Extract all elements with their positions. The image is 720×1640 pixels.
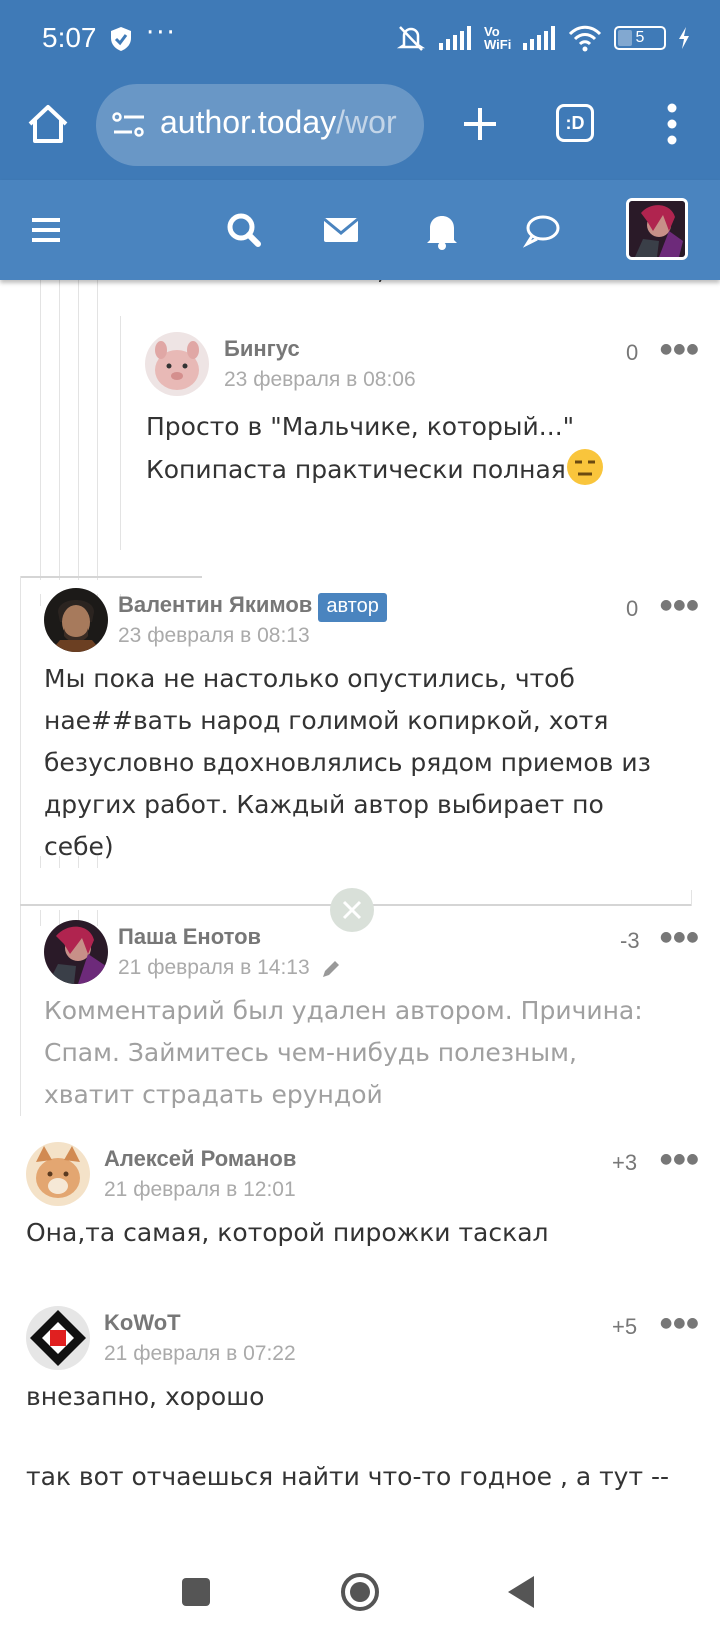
status-icons: Vo WiFi 5 <box>396 20 690 56</box>
comment-author[interactable]: Паша Енотов <box>118 924 261 950</box>
avatar[interactable] <box>26 1142 90 1206</box>
notifications-bell-icon[interactable] <box>420 208 464 252</box>
signal-icon-2 <box>523 26 555 50</box>
status-bar: 5:07 ··· Vo WiFi 5 <box>0 0 720 78</box>
comment: Валентин Якимов автор 23 февраля в 08:13 … <box>44 588 699 861</box>
avatar-image <box>44 920 108 984</box>
comment: Бингус 23 февраля в 08:06 0 ●●● Просто в… <box>140 332 700 512</box>
url-text[interactable]: author.today/wor <box>160 104 412 141</box>
author-name[interactable]: Валентин Якимов <box>118 592 312 617</box>
wifi-icon <box>568 25 602 52</box>
avatar[interactable] <box>44 920 108 984</box>
comment-body-line: внезапно, хорошо <box>26 1382 265 1411</box>
comment-score: 0 <box>626 340 639 365</box>
author-badge: автор <box>318 593 387 622</box>
avatar-image <box>26 1306 90 1370</box>
comment-body: Просто в "Мальчике, который..." Копипаст… <box>146 406 706 491</box>
avatar-image <box>44 588 108 652</box>
avatar-image <box>26 1142 90 1206</box>
tab-switcher-button[interactable]: :D <box>556 104 594 142</box>
comment-author[interactable]: KoWoT <box>104 1310 181 1336</box>
comment-author[interactable]: Алексей Романов <box>104 1146 296 1172</box>
mute-bell-icon <box>396 26 426 51</box>
avatar[interactable] <box>26 1306 90 1370</box>
new-tab-icon[interactable] <box>456 100 504 148</box>
home-circle-icon[interactable] <box>340 1572 380 1612</box>
comment: KoWoT 21 февраля в 07:22 +5 ●●● внезапно… <box>26 1306 699 1548</box>
mail-icon[interactable] <box>320 208 364 252</box>
site-navbar <box>0 180 720 280</box>
comment-score: +3 <box>612 1150 638 1175</box>
comment: Алексей Романов 21 февраля в 12:01 +3 ●●… <box>26 1142 699 1282</box>
site-settings-icon[interactable] <box>112 110 146 140</box>
comment-date[interactable]: 21 февраля в 14:13 <box>118 956 310 980</box>
vowifi-label: Vo WiFi <box>484 24 512 52</box>
comment-author[interactable]: Бингус <box>224 336 300 362</box>
comments-section: Не совсем понятно, если честно Бингус 23… <box>0 280 720 1548</box>
comment-score: 0 <box>626 596 639 621</box>
status-time: 5:07 <box>42 22 97 53</box>
comment-body: Она,та самая, которой пирожки таскал <box>26 1218 549 1247</box>
user-avatar[interactable] <box>626 198 688 260</box>
comment-more-icon[interactable]: ●●● <box>660 1315 700 1331</box>
avatar[interactable] <box>44 588 108 652</box>
comment-body-line: так вот отчаешься найти что-то годное , … <box>26 1462 670 1491</box>
avatar[interactable] <box>145 332 209 396</box>
chat-bubble-icon[interactable] <box>520 208 564 252</box>
battery-icon: 5 <box>614 26 666 50</box>
home-icon[interactable] <box>24 100 72 148</box>
signal-icon <box>439 26 471 50</box>
shield-icon <box>111 27 131 51</box>
search-icon[interactable] <box>222 208 266 252</box>
back-triangle-icon[interactable] <box>506 1574 538 1610</box>
recent-apps-icon[interactable] <box>180 1576 212 1608</box>
user-avatar-image <box>629 201 685 257</box>
comment-line: Просто в "Мальчике, который..." <box>146 412 575 441</box>
charging-icon <box>679 27 689 49</box>
url-bar[interactable]: author.today/wor <box>96 84 424 166</box>
comment-body-deleted: Комментарий был удален автором. Причина:… <box>44 996 643 1109</box>
avatar-image <box>145 332 209 396</box>
comment-body: Мы пока не настолько опустились, чтоб на… <box>44 664 651 861</box>
comment: Паша Енотов 21 февраля в 14:13 -3 ●●● Ко… <box>44 920 699 1120</box>
more-notifications-icon: ··· <box>146 18 177 48</box>
hamburger-menu-icon[interactable] <box>28 208 72 252</box>
expressionless-emoji-icon <box>566 449 603 485</box>
browser-toolbar: author.today/wor :D <box>0 78 720 178</box>
browser-chrome: 5:07 ··· Vo WiFi 5 author.today/wor:D <box>0 0 720 180</box>
comment-score: +5 <box>612 1314 638 1339</box>
comment-date[interactable]: 23 февраля в 08:06 <box>224 368 416 392</box>
comment-text: Не совсем понятно, если честно <box>126 280 552 292</box>
comment-more-icon[interactable]: ●●● <box>660 1151 700 1167</box>
comment-more-icon[interactable]: ●●● <box>660 597 700 613</box>
comment-date[interactable]: 21 февраля в 12:01 <box>104 1178 296 1202</box>
comment-score: -3 <box>620 928 640 953</box>
comment-author[interactable]: Валентин Якимов автор <box>118 592 387 622</box>
comment-date[interactable]: 21 февраля в 07:22 <box>104 1342 296 1366</box>
edited-pencil-icon <box>323 961 339 977</box>
android-navigation-bar <box>0 1548 720 1640</box>
browser-menu-icon[interactable] <box>652 100 692 148</box>
comment-date[interactable]: 23 февраля в 08:13 <box>118 624 310 648</box>
comment-more-icon[interactable]: ●●● <box>660 929 700 945</box>
comment-line: Копипаста практически полная <box>146 448 706 491</box>
comment-more-icon[interactable]: ●●● <box>660 341 700 357</box>
